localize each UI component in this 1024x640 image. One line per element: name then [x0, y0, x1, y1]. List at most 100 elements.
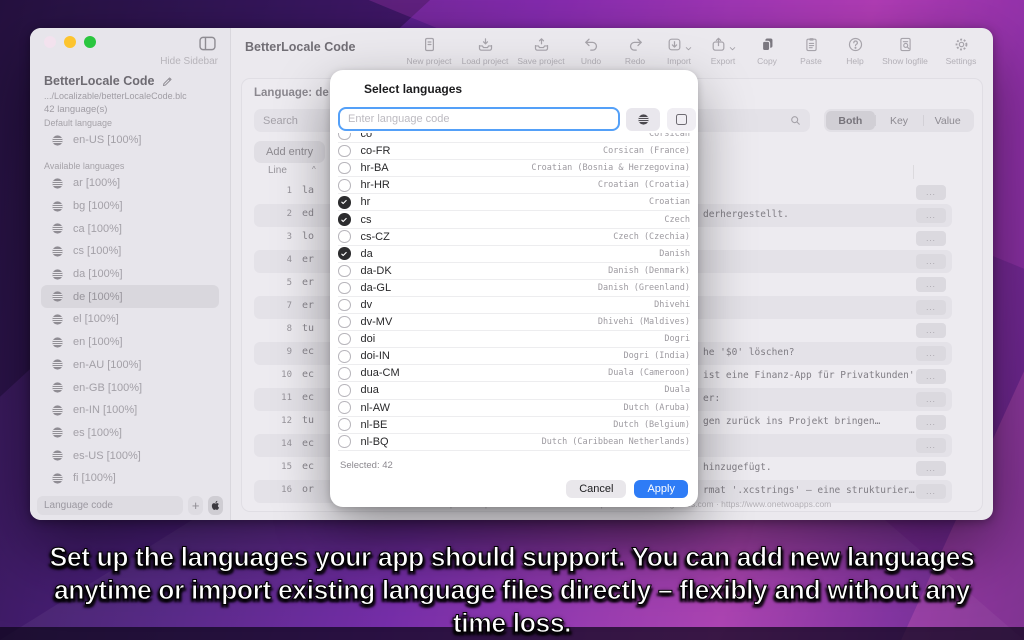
radio-unchecked-icon[interactable] [338, 350, 351, 363]
language-code-entry-input[interactable] [338, 107, 620, 131]
dialog-language-row-dv[interactable]: dvDhivehi [338, 297, 690, 314]
dialog-language-row-da[interactable]: daDanish [338, 246, 690, 263]
dialog-language-row-hr[interactable]: hrCroatian [338, 194, 690, 211]
dialog-language-row-nl-bq[interactable]: nl-BQDutch (Caribbean Netherlands) [338, 434, 690, 451]
radio-checked-icon[interactable] [338, 196, 351, 209]
segment-both[interactable]: Both [826, 111, 875, 130]
sidebar-language-ca[interactable]: ca [100%] [41, 217, 219, 240]
row-more-button[interactable]: ... [916, 185, 946, 200]
radio-unchecked-icon[interactable] [338, 367, 351, 380]
toolbar-settings[interactable]: Settings [935, 32, 987, 68]
sidebar-language-en-au[interactable]: en-AU [100%] [41, 354, 219, 377]
add-language-button[interactable]: + [188, 496, 203, 515]
row-more-button[interactable]: ... [916, 231, 946, 246]
dialog-language-row-doi-in[interactable]: doi-INDogri (India) [338, 348, 690, 365]
dialog-language-row-nl-be[interactable]: nl-BEDutch (Belgium) [338, 417, 690, 434]
language-code-input[interactable] [37, 496, 183, 515]
add-entry-button[interactable]: Add entry [254, 141, 325, 163]
default-language-row[interactable]: en-US [100%] [34, 129, 226, 152]
zoom-button[interactable] [84, 36, 96, 48]
radio-unchecked-icon[interactable] [338, 145, 351, 158]
toolbar-import[interactable]: Import [659, 32, 699, 68]
dialog-language-row-da-dk[interactable]: da-DKDanish (Denmark) [338, 263, 690, 280]
dialog-language-row-dua-cm[interactable]: dua-CMDuala (Cameroon) [338, 365, 690, 382]
row-more-button[interactable]: ... [916, 277, 946, 292]
toolbar-save-project[interactable]: Save project [515, 32, 567, 68]
toolbar-new-project[interactable]: New project [403, 32, 455, 68]
radio-unchecked-icon[interactable] [338, 384, 351, 397]
sort-ascending-icon[interactable]: ^ [312, 165, 316, 174]
cancel-button[interactable]: Cancel [566, 480, 626, 498]
radio-unchecked-icon[interactable] [338, 316, 351, 329]
radio-unchecked-icon[interactable] [338, 418, 351, 431]
sidebar-toggle-icon[interactable] [197, 33, 218, 54]
sidebar-language-es-us[interactable]: es-US [100%] [41, 444, 219, 467]
dialog-language-row-co-fr[interactable]: co-FRCorsican (France) [338, 143, 690, 160]
dialog-language-row-dua[interactable]: duaDuala [338, 382, 690, 399]
sidebar-language-es[interactable]: es [100%] [41, 422, 219, 445]
sidebar-language-el[interactable]: el [100%] [41, 308, 219, 331]
row-more-button[interactable]: ... [916, 392, 946, 407]
radio-unchecked-icon[interactable] [338, 133, 351, 140]
radio-unchecked-icon[interactable] [338, 265, 351, 278]
sidebar-language-cs[interactable]: cs [100%] [41, 240, 219, 263]
sidebar: Hide Sidebar BetterLocale Code .../Local… [30, 28, 231, 520]
radio-unchecked-icon[interactable] [338, 435, 351, 448]
row-more-button[interactable]: ... [916, 254, 946, 269]
sidebar-language-bg[interactable]: bg [100%] [41, 195, 219, 218]
apply-button[interactable]: Apply [634, 480, 688, 498]
radio-unchecked-icon[interactable] [338, 282, 351, 295]
toolbar-redo[interactable]: Redo [615, 32, 655, 68]
row-more-button[interactable]: ... [916, 415, 946, 430]
dialog-language-row-dv-mv[interactable]: dv-MVDhivehi (Maldives) [338, 314, 690, 331]
radio-unchecked-icon[interactable] [338, 230, 351, 243]
row-more-button[interactable]: ... [916, 323, 946, 338]
toolbar-paste[interactable]: Paste [791, 32, 831, 68]
dialog-language-row-co[interactable]: coCorsican [338, 133, 690, 143]
toolbar-help[interactable]: Help [835, 32, 875, 68]
segment-value[interactable]: Value [923, 111, 972, 130]
edit-pencil-icon[interactable] [161, 75, 174, 88]
sidebar-language-fi[interactable]: fi [100%] [41, 467, 219, 490]
radio-checked-icon[interactable] [338, 247, 351, 260]
row-more-button[interactable]: ... [916, 208, 946, 223]
sidebar-language-da[interactable]: da [100%] [41, 263, 219, 286]
apple-languages-button[interactable] [208, 496, 223, 515]
radio-unchecked-icon[interactable] [338, 162, 351, 175]
radio-unchecked-icon[interactable] [338, 299, 351, 312]
sidebar-language-ar[interactable]: ar [100%] [41, 172, 219, 195]
dialog-language-row-doi[interactable]: doiDogri [338, 331, 690, 348]
minimize-button[interactable] [64, 36, 76, 48]
sidebar-language-en-in[interactable]: en-IN [100%] [41, 399, 219, 422]
toolbar-show-logfile[interactable]: Show logfile [879, 32, 931, 68]
dialog-language-row-da-gl[interactable]: da-GLDanish (Greenland) [338, 280, 690, 297]
row-more-button[interactable]: ... [916, 346, 946, 361]
radio-unchecked-icon[interactable] [338, 179, 351, 192]
dialog-language-row-hr-hr[interactable]: hr-HRCroatian (Croatia) [338, 177, 690, 194]
row-more-button[interactable]: ... [916, 369, 946, 384]
hide-sidebar-label[interactable]: Hide Sidebar [160, 56, 218, 67]
dialog-language-row-cs[interactable]: csCzech [338, 211, 690, 228]
row-more-button[interactable]: ... [916, 300, 946, 315]
row-more-button[interactable]: ... [916, 484, 946, 499]
globe-filter-button[interactable] [626, 108, 660, 131]
radio-checked-icon[interactable] [338, 213, 351, 226]
toolbar-export[interactable]: Export [703, 32, 743, 68]
close-button[interactable] [44, 36, 56, 48]
toolbar-copy[interactable]: Copy [747, 32, 787, 68]
sidebar-language-de[interactable]: de [100%] [41, 285, 219, 308]
toolbar-undo[interactable]: Undo [571, 32, 611, 68]
sidebar-language-en[interactable]: en [100%] [41, 331, 219, 354]
line-column-header[interactable]: Line [268, 165, 287, 176]
segment-key[interactable]: Key [875, 111, 924, 130]
dialog-language-row-nl-aw[interactable]: nl-AWDutch (Aruba) [338, 400, 690, 417]
radio-unchecked-icon[interactable] [338, 333, 351, 346]
sidebar-language-en-gb[interactable]: en-GB [100%] [41, 376, 219, 399]
row-more-button[interactable]: ... [916, 438, 946, 453]
dialog-language-row-cs-cz[interactable]: cs-CZCzech (Czechia) [338, 229, 690, 246]
row-more-button[interactable]: ... [916, 461, 946, 476]
select-all-checkbox[interactable] [667, 108, 696, 131]
dialog-language-row-hr-ba[interactable]: hr-BACroatian (Bosnia & Herzegovina) [338, 160, 690, 177]
toolbar-load-project[interactable]: Load project [459, 32, 511, 68]
radio-unchecked-icon[interactable] [338, 401, 351, 414]
